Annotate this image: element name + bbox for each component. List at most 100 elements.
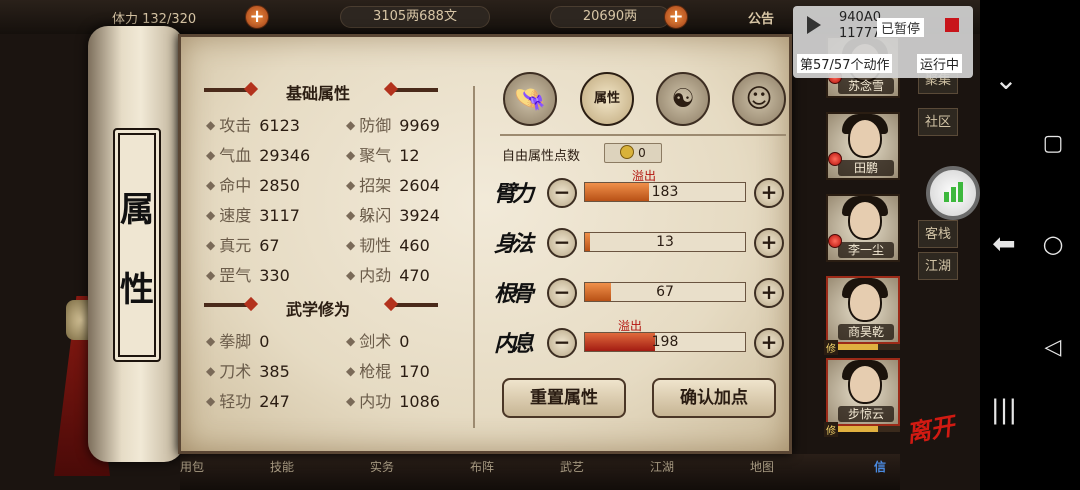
bottom-item[interactable]: 技能 <box>270 458 294 475</box>
increase-button[interactable]: + <box>754 228 784 258</box>
back-arrow-icon[interactable]: ⬅ <box>984 230 1024 258</box>
martial-stat: ◆ 枪棍 170 <box>346 358 430 382</box>
increase-button[interactable]: + <box>754 328 784 358</box>
add-silver-button[interactable]: + <box>664 5 688 29</box>
attribute-bar: 183 <box>584 182 746 202</box>
stat-value: 67 <box>259 236 280 255</box>
attribute-name: 身法 <box>494 231 534 257</box>
tab-portrait[interactable]: 👒 <box>503 72 557 126</box>
stat-value: 247 <box>259 392 290 411</box>
character-name: 李一尘 <box>838 242 894 258</box>
decrease-button[interactable]: − <box>547 228 577 258</box>
bottom-item[interactable]: 布阵 <box>470 458 494 475</box>
recorder-status: 运行中 <box>917 54 963 73</box>
diamond-bullet-icon: ◆ <box>346 208 356 222</box>
stat-value: 2604 <box>399 176 440 195</box>
basic-stat: ◆ 命中 2850 <box>206 172 300 196</box>
stat-value: 12 <box>399 146 420 165</box>
recorder-paused: 已暂停 <box>877 18 925 37</box>
stat-label: 拳脚 <box>219 332 252 351</box>
stop-icon[interactable] <box>945 18 959 32</box>
back-icon[interactable]: ◁ <box>1033 334 1073 362</box>
basic-stat: ◆ 内劲 470 <box>346 262 430 286</box>
decrease-button[interactable]: − <box>547 328 577 358</box>
basic-stat: ◆ 气血 29346 <box>206 142 310 166</box>
stat-value: 9969 <box>399 116 440 135</box>
basic-stat: ◆ 聚气 12 <box>346 142 420 166</box>
home-icon[interactable]: ○ <box>1033 230 1073 258</box>
silver-pill: 20690两 <box>550 6 670 28</box>
character-tag: 修 <box>824 422 838 437</box>
diamond-bullet-icon: ◆ <box>206 268 216 282</box>
recorder-overlay: 940A0 1177749588 已暂停 第57/57个动作 运行中 <box>793 6 973 78</box>
character-card[interactable]: 步惊云 <box>826 358 900 426</box>
diamond-bullet-icon: ◆ <box>206 334 216 348</box>
tab-bagua[interactable]: ☯ <box>656 72 710 126</box>
bottom-item[interactable]: 武艺 <box>560 458 584 475</box>
diamond-bullet-icon: ◆ <box>206 178 216 192</box>
bottom-menu-bar: 用包 技能 实务 布阵 武艺 江湖 地图 信 <box>180 454 900 490</box>
ornament-left <box>204 303 252 307</box>
bottom-item[interactable]: 江湖 <box>650 458 674 475</box>
diamond-bullet-icon: ◆ <box>346 394 356 408</box>
notice-link[interactable]: 公告 <box>748 8 774 27</box>
ornament-left <box>204 88 252 92</box>
character-portrait <box>848 282 882 322</box>
free-points-label: 自由属性点数 <box>502 149 581 164</box>
bottom-item[interactable]: 地图 <box>750 458 774 475</box>
recorder-progress: 第57/57个动作 <box>797 54 893 73</box>
basic-stat: ◆ 真元 67 <box>206 232 280 256</box>
attribute-bar: 67 <box>584 282 746 302</box>
ornament-right <box>390 88 438 92</box>
bottom-item[interactable]: 用包 <box>180 458 204 475</box>
add-stamina-button[interactable]: + <box>245 5 269 29</box>
decrease-button[interactable]: − <box>547 178 577 208</box>
bottom-item[interactable]: 实务 <box>370 458 394 475</box>
free-points-value: 0 <box>638 146 646 160</box>
diamond-bullet-icon: ◆ <box>346 238 356 252</box>
increase-button[interactable]: + <box>754 278 784 308</box>
basic-stat: ◆ 韧性 460 <box>346 232 430 256</box>
coin-icon <box>620 145 635 159</box>
stat-label: 聚气 <box>359 146 392 165</box>
tab-attributes[interactable]: 属性 <box>580 72 634 126</box>
bagua-icon: ☯ <box>671 84 695 114</box>
bottom-item-mail[interactable]: 信 <box>874 458 886 475</box>
reset-attributes-button[interactable]: 重置属性 <box>502 378 626 418</box>
menu-bars-icon[interactable]: ||| <box>984 396 1024 424</box>
character-card[interactable]: 李一尘 <box>826 194 900 262</box>
basic-stat: ◆ 攻击 6123 <box>206 112 300 136</box>
stat-value: 2850 <box>259 176 300 195</box>
increase-button[interactable]: + <box>754 178 784 208</box>
chevron-down-icon[interactable]: ⌄ <box>986 66 1026 94</box>
character-card[interactable]: 商昊乾 <box>826 276 900 344</box>
attribute-value: 198 <box>651 334 679 350</box>
confirm-points-button[interactable]: 确认加点 <box>652 378 776 418</box>
basic-attributes-title: 基础属性 <box>286 84 351 103</box>
side-tab-community[interactable]: 社区 <box>918 108 958 136</box>
decrease-button[interactable]: − <box>547 278 577 308</box>
stat-label: 剑术 <box>359 332 392 351</box>
attribute-name: 臂力 <box>494 181 534 207</box>
character-card[interactable]: 田鹏 <box>826 112 900 180</box>
panel-divider <box>473 86 475 428</box>
recent-apps-icon[interactable]: ▢ <box>1033 130 1073 158</box>
scroll-title-char: 属 <box>120 190 154 230</box>
character-portrait <box>848 118 882 158</box>
overflow-tag: 溢出 <box>618 319 643 333</box>
floating-assistant-ball[interactable] <box>926 166 980 220</box>
diamond-bullet-icon: ◆ <box>206 148 216 162</box>
tab-meridian[interactable]: ☺ <box>732 72 786 126</box>
stat-label: 命中 <box>219 176 252 195</box>
free-points-box: 0 <box>604 143 662 163</box>
stat-label: 速度 <box>219 206 252 225</box>
stat-label: 攻击 <box>219 116 252 135</box>
side-tab-inn[interactable]: 客栈 <box>918 220 958 248</box>
play-icon[interactable] <box>807 16 821 34</box>
meridian-figure-icon: ☺ <box>745 84 773 114</box>
leave-button[interactable]: 离开 <box>903 406 956 449</box>
scroll-title-card: 属 性 <box>113 128 161 362</box>
diamond-bullet-icon: ◆ <box>206 208 216 222</box>
character-portrait <box>848 200 882 240</box>
side-tab-jianghu[interactable]: 江湖 <box>918 252 958 280</box>
